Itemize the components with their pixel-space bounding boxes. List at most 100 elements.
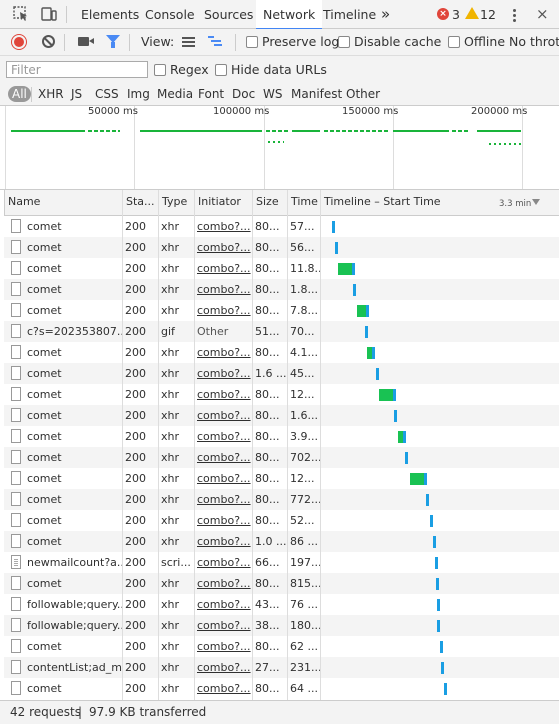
- filter-icon[interactable]: [106, 35, 120, 48]
- file-icon: [11, 408, 21, 422]
- more-tabs-icon[interactable]: »: [381, 0, 390, 29]
- type-filter-js[interactable]: JS: [71, 86, 82, 102]
- warning-count[interactable]: 12: [480, 0, 496, 29]
- cell-initiator[interactable]: combo?...: [194, 237, 252, 258]
- type-filter-media[interactable]: Media: [157, 86, 193, 102]
- cell-initiator[interactable]: combo?...: [194, 573, 252, 594]
- table-row[interactable]: comet 200 xhr combo?... 80... 12...: [4, 384, 559, 405]
- table-row[interactable]: comet 200 xhr combo?... 80... 1.8...: [4, 279, 559, 300]
- table-row[interactable]: comet 200 xhr combo?... 80... 7.8...: [4, 300, 559, 321]
- table-row[interactable]: comet 200 xhr combo?... 80... 52...: [4, 510, 559, 531]
- table-row[interactable]: comet 200 xhr combo?... 80... 12...: [4, 468, 559, 489]
- filter-input[interactable]: [6, 61, 148, 78]
- error-icon[interactable]: ×: [437, 8, 449, 20]
- cell-initiator[interactable]: combo?...: [194, 258, 252, 279]
- column-name[interactable]: Name: [5, 190, 123, 216]
- type-filter-ws[interactable]: WS: [263, 86, 282, 102]
- cell-name: comet: [27, 388, 62, 401]
- cell-initiator[interactable]: combo?...: [194, 615, 252, 636]
- tab-sources[interactable]: Sources: [204, 0, 253, 29]
- screenshot-camera-icon[interactable]: [78, 37, 94, 46]
- cell-time: 70...: [290, 325, 315, 338]
- table-row[interactable]: comet 200 xhr combo?... 80... 1.6...: [4, 405, 559, 426]
- table-row[interactable]: comet 200 xhr combo?... 80... 56...: [4, 237, 559, 258]
- table-row[interactable]: comet 200 xhr combo?... 80... 815...: [4, 573, 559, 594]
- hide-data-urls-checkbox[interactable]: Hide data URLs: [215, 56, 327, 83]
- type-filter-xhr[interactable]: XHR: [38, 86, 64, 102]
- table-row[interactable]: c?s=202353807... 200 gif Other 51... 70...: [4, 321, 559, 342]
- cell-initiator[interactable]: combo?...: [194, 363, 252, 384]
- cell-initiator[interactable]: combo?...: [194, 384, 252, 405]
- cell-initiator[interactable]: combo?...: [194, 300, 252, 321]
- device-toolbar-icon[interactable]: [41, 6, 57, 22]
- cell-initiator[interactable]: combo?...: [194, 426, 252, 447]
- network-overview[interactable]: [0, 106, 559, 190]
- cell-status: 200: [125, 283, 146, 296]
- cell-initiator[interactable]: combo?...: [194, 216, 252, 237]
- type-filter-manifest[interactable]: Manifest: [291, 86, 342, 102]
- cell-initiator[interactable]: combo?...: [194, 552, 252, 573]
- large-rows-icon[interactable]: [182, 37, 195, 47]
- table-row[interactable]: comet 200 xhr combo?... 1.6 ... 45...: [4, 363, 559, 384]
- warning-icon[interactable]: [465, 7, 479, 19]
- tab-elements[interactable]: Elements: [81, 0, 139, 29]
- type-filter-doc[interactable]: Doc: [232, 86, 255, 102]
- cell-initiator[interactable]: combo?...: [194, 468, 252, 489]
- column-time[interactable]: Time: [288, 190, 321, 216]
- type-filter-other[interactable]: Other: [346, 86, 380, 102]
- error-count[interactable]: 3: [452, 0, 460, 29]
- overview-waterfall-icon[interactable]: [208, 36, 222, 47]
- table-row[interactable]: followable;query... 200 xhr combo?... 43... 7…: [4, 594, 559, 615]
- cell-initiator[interactable]: combo?...: [194, 279, 252, 300]
- tab-console[interactable]: Console: [145, 0, 195, 29]
- cell-initiator[interactable]: combo?...: [194, 447, 252, 468]
- record-icon[interactable]: [12, 35, 26, 49]
- table-row[interactable]: comet 200 xhr combo?... 1.0 ... 86 ...: [4, 531, 559, 552]
- cell-initiator[interactable]: combo?...: [194, 678, 252, 699]
- cell-initiator[interactable]: combo?...: [194, 405, 252, 426]
- close-icon[interactable]: ×: [536, 0, 549, 29]
- column-size[interactable]: Size: [253, 190, 288, 216]
- cell-name: comet: [27, 577, 62, 590]
- table-row[interactable]: comet 200 xhr combo?... 80... 62 ...: [4, 636, 559, 657]
- cell-initiator[interactable]: combo?...: [194, 489, 252, 510]
- cell-initiator[interactable]: combo?...: [194, 342, 252, 363]
- table-row[interactable]: comet 200 xhr combo?... 80... 702...: [4, 447, 559, 468]
- cell-initiator[interactable]: combo?...: [194, 531, 252, 552]
- inspect-element-icon[interactable]: [13, 6, 29, 22]
- table-row[interactable]: contentList;ad_m... 200 xhr combo?... 27... 2…: [4, 657, 559, 678]
- table-row[interactable]: followable;query... 200 xhr combo?... 38... 1…: [4, 615, 559, 636]
- overview-tick: 50000 ms: [88, 106, 138, 117]
- offline-checkbox[interactable]: Offline: [448, 29, 505, 55]
- table-row[interactable]: comet 200 xhr combo?...80... 11.8...: [4, 258, 559, 279]
- file-icon: [11, 471, 21, 485]
- throttling-select[interactable]: No thrott: [509, 29, 559, 55]
- cell-initiator[interactable]: combo?...: [194, 594, 252, 615]
- clear-icon[interactable]: [42, 35, 55, 48]
- column-status[interactable]: Sta...: [123, 190, 159, 216]
- column-type[interactable]: Type: [159, 190, 195, 216]
- tab-network[interactable]: Network: [256, 0, 323, 30]
- cell-time: 4.1...: [290, 346, 318, 359]
- cell-name: comet: [27, 682, 62, 695]
- type-filter-css[interactable]: CSS: [95, 86, 119, 102]
- table-row[interactable]: comet 200 xhr combo?... 80... 772...: [4, 489, 559, 510]
- table-row[interactable]: comet 200 xhr combo?... 80... 57...: [4, 216, 559, 237]
- table-row[interactable]: comet 200 xhr combo?... 80... 4.1...: [4, 342, 559, 363]
- cell-initiator[interactable]: combo?...: [194, 510, 252, 531]
- tab-timeline[interactable]: Timeline: [323, 0, 376, 29]
- cell-initiator[interactable]: combo?...: [194, 657, 252, 678]
- disable-cache-checkbox[interactable]: Disable cache: [338, 29, 441, 55]
- table-row[interactable]: newmailcount?a... 200 scri... combo?... 66..…: [4, 552, 559, 573]
- type-filter-all[interactable]: All: [8, 86, 31, 102]
- kebab-menu-icon[interactable]: [507, 7, 521, 23]
- table-row[interactable]: comet 200 xhr combo?... 80... 3.9...: [4, 426, 559, 447]
- column-initiator[interactable]: Initiator: [195, 190, 253, 216]
- regex-checkbox[interactable]: Regex: [154, 56, 209, 83]
- sort-descending-icon[interactable]: [532, 199, 540, 205]
- type-filter-font[interactable]: Font: [198, 86, 224, 102]
- preserve-log-checkbox[interactable]: Preserve log: [246, 29, 339, 55]
- table-row[interactable]: comet 200 xhr combo?... 80... 64 ...: [4, 678, 559, 699]
- cell-initiator[interactable]: combo?...: [194, 636, 252, 657]
- type-filter-img[interactable]: Img: [127, 86, 150, 102]
